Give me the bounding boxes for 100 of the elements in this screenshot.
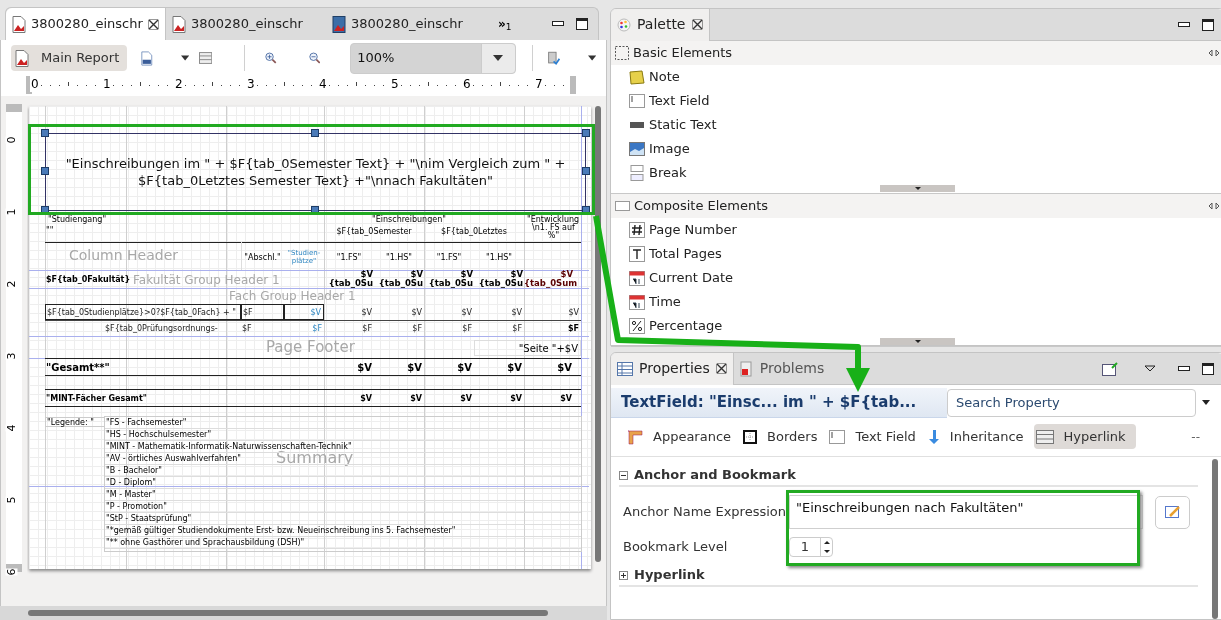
view-tab[interactable]: Problems (733, 353, 831, 385)
report-field[interactable]: $V (474, 304, 524, 320)
report-field[interactable]: $V (424, 390, 474, 406)
selection-handle[interactable] (311, 206, 319, 214)
view-tab[interactable]: Palette (611, 8, 710, 41)
report-field[interactable]: "Seite "+$V (474, 340, 581, 356)
report-field[interactable]: $F (241, 304, 284, 320)
section-tab[interactable]: Appearance (625, 424, 734, 450)
view-menu-icon[interactable] (1144, 365, 1156, 372)
report-field[interactable]: $V (324, 304, 374, 320)
section-tab[interactable]: Inheritance (925, 424, 1026, 450)
editor-tab[interactable]: 3800280_einschr (326, 8, 486, 40)
report-field[interactable]: $F{tab_0Letztes (424, 225, 524, 237)
list-icon[interactable] (199, 51, 213, 65)
report-field[interactable]: $F{tab_0Prüfungsordnungs- (104, 322, 241, 335)
title-text-field[interactable]: "Einschreibungen im " + $F{tab_0Semester Text} + "\nim Vergleich zum " + $F{tab_0Letztes Semester Text} +"\nnach Fakultäten" (45, 133, 586, 211)
report-field[interactable]: "Studiengang" (47, 215, 107, 223)
report-field[interactable]: $V (374, 304, 424, 320)
selection-handle[interactable] (582, 129, 590, 137)
report-field[interactable]: "1.HS" (376, 250, 422, 264)
report-field[interactable]: "Gesamt**" (45, 359, 195, 375)
legend-line[interactable]: "HS - Hochschulsemester" (105, 429, 581, 441)
report-field[interactable]: "" (45, 225, 65, 235)
overflow-tabs-button[interactable]: »$_{1}$ (498, 15, 512, 33)
legend-line[interactable]: "MINT - Mathematik-Informatik-Naturwissenschaften-Technik" (105, 441, 581, 453)
horizontal-scrollbar[interactable] (28, 610, 548, 616)
vertical-scrollbar[interactable] (595, 106, 601, 562)
legend-line[interactable]: "*gemäß gültiger Studiendokumente Erst- bzw. Neueinschreibung ins 5. Fachsemester" (105, 525, 581, 537)
report-field[interactable]: $V (424, 359, 474, 375)
report-field[interactable]: $V {tab_0Su (324, 270, 374, 288)
selection-handle[interactable] (41, 129, 49, 137)
scroll-more-button[interactable] (880, 338, 955, 345)
palette-item[interactable]: Break (611, 161, 1221, 185)
legend-line[interactable]: "** ohne Gasthörer und Sprachausbildung (DSH)" (105, 537, 581, 549)
selection-handle[interactable] (41, 167, 49, 175)
more-sections-button[interactable]: -- (1191, 427, 1200, 446)
report-field[interactable]: "1.FS" (426, 250, 472, 264)
report-field[interactable]: $F{tab_0Fakultät} (45, 272, 129, 286)
editor-tab[interactable]: 3800280_einschr (166, 8, 326, 40)
palette-item[interactable]: Text Field (611, 89, 1221, 113)
anchor-expression-field[interactable]: "Einschreibungen nach Fakultäten" (789, 495, 1143, 529)
palette-item[interactable]: Total Pages (611, 242, 1221, 266)
editor-tab[interactable]: 3800280_einschr (6, 8, 166, 40)
selection-handle[interactable] (582, 206, 590, 214)
report-field[interactable]: "Legende: " (45, 417, 105, 427)
close-icon[interactable] (147, 18, 159, 30)
zoom-combo[interactable]: 100% (350, 42, 516, 74)
report-field[interactable]: $F (284, 322, 324, 335)
legend-line[interactable]: "M - Master" (105, 489, 581, 501)
selection-handle[interactable] (41, 206, 49, 214)
group-title[interactable]: Hyperlink (634, 565, 705, 585)
palette-group-header[interactable]: Composite Elements (611, 194, 1221, 218)
caret-icon[interactable] (587, 55, 596, 61)
palette-item[interactable]: Static Text (611, 113, 1221, 137)
report-field[interactable]: $V (474, 359, 524, 375)
scroll-more-button[interactable] (880, 185, 955, 192)
report-field[interactable]: "Abschl." (243, 250, 282, 264)
pin-editor-icon[interactable] (1102, 361, 1118, 376)
selection-handle[interactable] (582, 167, 590, 175)
palette-group-header[interactable]: Basic Elements (611, 41, 1221, 65)
report-field[interactable]: $V {tab_0Su (374, 270, 424, 288)
maximize-icon[interactable] (1202, 18, 1214, 31)
group-title[interactable]: Anchor and Bookmark (634, 465, 796, 485)
section-tab[interactable]: Borders (741, 424, 820, 450)
search-property-field[interactable]: Search Property (947, 388, 1196, 417)
section-tab[interactable]: Hyperlink (1033, 424, 1136, 450)
view-tab[interactable]: Properties (611, 353, 734, 385)
export-icon[interactable] (546, 50, 560, 66)
palette-item[interactable]: Note (611, 65, 1221, 89)
report-field[interactable]: $V (284, 304, 324, 320)
report-field[interactable]: "Einschreibungen" (364, 215, 454, 223)
zoom-out-icon[interactable] (308, 51, 321, 65)
palette-item[interactable]: Image (611, 137, 1221, 161)
report-field[interactable]: "MINT-Fächer Gesamt" (45, 390, 195, 406)
report-field[interactable]: $F (374, 322, 424, 335)
collapse-icon[interactable] (619, 470, 628, 480)
caret-icon[interactable] (1202, 400, 1210, 406)
report-field[interactable]: $V (424, 304, 474, 320)
palette-item[interactable]: Current Date (611, 266, 1221, 290)
caret-icon[interactable] (180, 55, 190, 61)
minimize-icon[interactable] (1178, 21, 1190, 28)
report-field[interactable]: $F (241, 322, 284, 335)
report-field[interactable]: $V (374, 390, 424, 406)
report-field[interactable]: $F (474, 322, 524, 335)
close-icon[interactable] (715, 363, 727, 374)
maximize-icon[interactable] (576, 18, 588, 30)
report-field[interactable]: "Entwicklung (526, 215, 581, 223)
legend-line[interactable]: "FS - Fachsemester" (105, 417, 581, 429)
report-field[interactable]: $V (474, 390, 524, 406)
minimize-icon[interactable] (552, 21, 564, 27)
expression-editor-button[interactable] (1155, 495, 1190, 529)
report-field[interactable]: $V {tab_0Su (424, 270, 474, 288)
report-field[interactable]: $V (374, 359, 424, 375)
report-field[interactable]: $V {tab_0Su (474, 270, 524, 288)
legend-line[interactable]: "StP - Staatsprüfung" (105, 513, 581, 525)
report-field[interactable]: $V (524, 359, 574, 375)
palette-item[interactable]: Page Number (611, 218, 1221, 242)
report-field[interactable]: $V (324, 359, 374, 375)
report-field[interactable]: "1.FS" (326, 250, 372, 264)
minimize-icon[interactable] (1178, 365, 1190, 372)
